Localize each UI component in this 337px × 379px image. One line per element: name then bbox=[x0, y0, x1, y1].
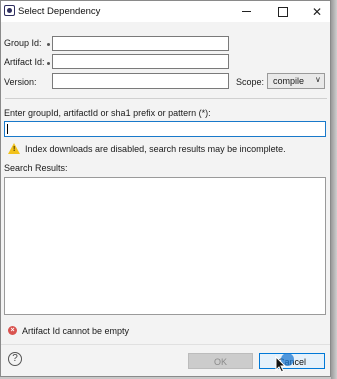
window-title: Select Dependency bbox=[18, 6, 101, 17]
close-button[interactable]: ✕ bbox=[300, 1, 330, 22]
footer-separator bbox=[1, 344, 330, 345]
required-icon bbox=[47, 43, 50, 46]
ok-button[interactable]: OK bbox=[188, 353, 253, 369]
version-field[interactable] bbox=[52, 73, 229, 89]
maximize-icon bbox=[278, 6, 288, 17]
chevron-down-icon: ∨ bbox=[315, 75, 321, 84]
scope-selected-value: compile bbox=[273, 76, 305, 86]
artifact-id-label: Artifact Id: bbox=[4, 57, 45, 67]
maximize-button[interactable] bbox=[266, 1, 300, 22]
group-id-field[interactable] bbox=[52, 36, 229, 51]
required-icon bbox=[47, 62, 50, 65]
version-label: Version: bbox=[4, 77, 37, 87]
background-window-edge bbox=[331, 0, 337, 379]
artifact-id-field[interactable] bbox=[52, 54, 229, 69]
title-bar[interactable]: Select Dependency ✕ bbox=[1, 1, 330, 22]
help-icon[interactable]: ? bbox=[8, 352, 22, 366]
warning-icon-mark: ! bbox=[13, 146, 16, 153]
app-icon bbox=[4, 5, 15, 16]
separator bbox=[5, 98, 327, 99]
minimize-icon bbox=[241, 11, 251, 12]
search-label: Enter groupId, artifactId or sha1 prefix… bbox=[4, 108, 211, 118]
text-caret bbox=[7, 124, 8, 134]
search-input[interactable] bbox=[4, 121, 326, 137]
minimize-button[interactable] bbox=[229, 1, 263, 22]
group-id-label: Group Id: bbox=[4, 38, 42, 48]
error-message: Artifact Id cannot be empty bbox=[22, 326, 130, 336]
error-icon: × bbox=[8, 326, 17, 335]
search-results-list[interactable] bbox=[4, 177, 326, 315]
cancel-button[interactable]: Cancel bbox=[259, 353, 325, 369]
select-dependency-dialog: Select Dependency ✕ Group Id: Artifact I… bbox=[0, 0, 331, 377]
close-icon: ✕ bbox=[311, 4, 323, 19]
search-results-label: Search Results: bbox=[4, 163, 68, 173]
scope-label: Scope: bbox=[236, 77, 265, 87]
scope-dropdown[interactable]: compile ∨ bbox=[267, 73, 325, 89]
index-warning-text: Index downloads are disabled, search res… bbox=[25, 144, 286, 154]
